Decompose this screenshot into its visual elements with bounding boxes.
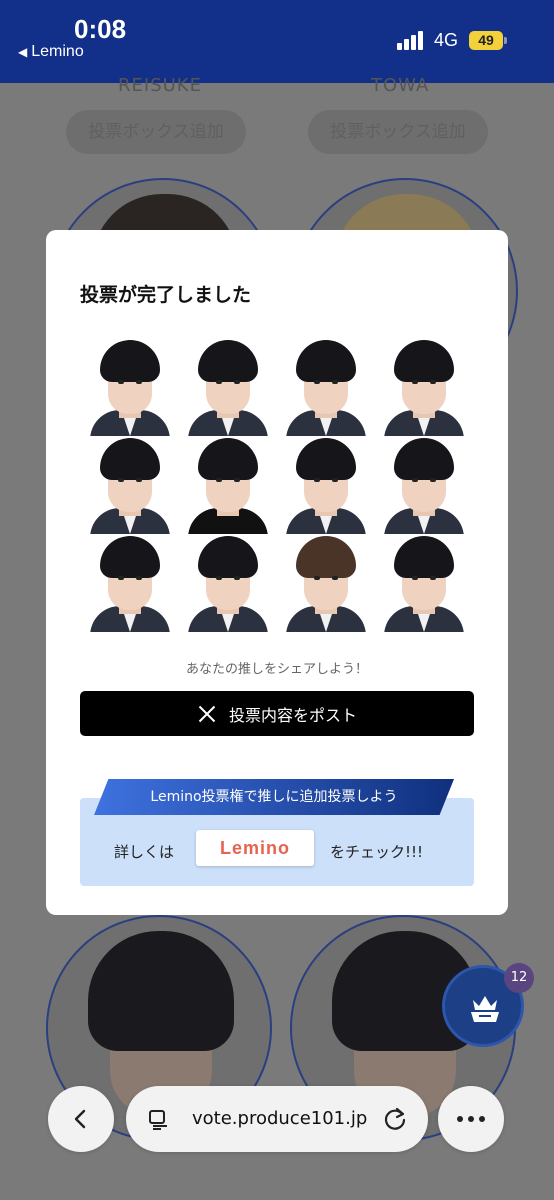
cellular-signal-icon bbox=[397, 30, 425, 50]
trainee-photo bbox=[282, 438, 370, 534]
x-logo-icon bbox=[198, 705, 216, 722]
lemino-logo-button[interactable]: Lemino bbox=[196, 830, 314, 866]
status-time: 0:08 bbox=[74, 14, 127, 44]
page-menu-icon bbox=[149, 1110, 167, 1130]
add-vote-box-button-right[interactable]: 投票ボックス追加 bbox=[308, 110, 488, 154]
more-dots-icon bbox=[457, 1116, 485, 1122]
url-text: vote.produce101.jp bbox=[192, 1108, 368, 1129]
trainee-photo bbox=[184, 536, 272, 632]
add-vote-box-button-left[interactable]: 投票ボックス追加 bbox=[66, 110, 246, 154]
reload-icon[interactable] bbox=[382, 1106, 408, 1132]
promo-post-text: をチェック!!! bbox=[330, 843, 424, 861]
status-bar: 0:08 ◀ Lemino 4G 49 bbox=[0, 0, 554, 83]
trainee-photo bbox=[86, 536, 174, 632]
trainee-name-right: TOWA bbox=[371, 75, 430, 96]
battery-icon: 49 bbox=[469, 31, 503, 50]
back-triangle-icon: ◀ bbox=[18, 45, 28, 59]
trainee-photo bbox=[380, 536, 468, 632]
promo-pre-text: 詳しくは bbox=[114, 843, 175, 861]
promo-banner: Lemino投票権で推しに追加投票しよう bbox=[94, 779, 454, 815]
browser-back-button[interactable] bbox=[48, 1086, 114, 1152]
trainee-photo bbox=[184, 340, 272, 436]
back-app-label: Lemino bbox=[31, 43, 84, 60]
browser-more-button[interactable] bbox=[438, 1086, 504, 1152]
trainee-name-left: REISUKE bbox=[118, 75, 202, 96]
vote-complete-modal: 投票が完了しました あなたの推しをシェアしよう！ 投票内容をポスト Lemino… bbox=[46, 230, 508, 915]
trainee-photo bbox=[86, 438, 174, 534]
post-button-label: 投票内容をポスト bbox=[228, 705, 357, 725]
lemino-promo-box[interactable]: Lemino投票権で推しに追加投票しよう 詳しくは Lemino をチェック!!… bbox=[80, 779, 474, 886]
trainee-photo bbox=[184, 438, 272, 534]
post-to-x-button[interactable]: 投票内容をポスト bbox=[80, 691, 474, 736]
url-bar[interactable]: vote.produce101.jp bbox=[126, 1086, 428, 1152]
back-to-app-link[interactable]: ◀ Lemino bbox=[18, 43, 84, 61]
vote-count-badge: 12 bbox=[504, 963, 534, 993]
crown-box-icon bbox=[471, 996, 499, 1022]
battery-tip bbox=[504, 37, 507, 44]
modal-title: 投票が完了しました bbox=[80, 284, 252, 306]
chevron-left-icon bbox=[74, 1109, 86, 1129]
trainee-photo bbox=[282, 536, 370, 632]
share-prompt: あなたの推しをシェアしよう！ bbox=[185, 662, 368, 677]
trainee-photo bbox=[380, 340, 468, 436]
network-type: 4G bbox=[434, 30, 459, 50]
trainee-photo bbox=[86, 340, 174, 436]
trainee-photo bbox=[380, 438, 468, 534]
trainee-photo bbox=[282, 340, 370, 436]
